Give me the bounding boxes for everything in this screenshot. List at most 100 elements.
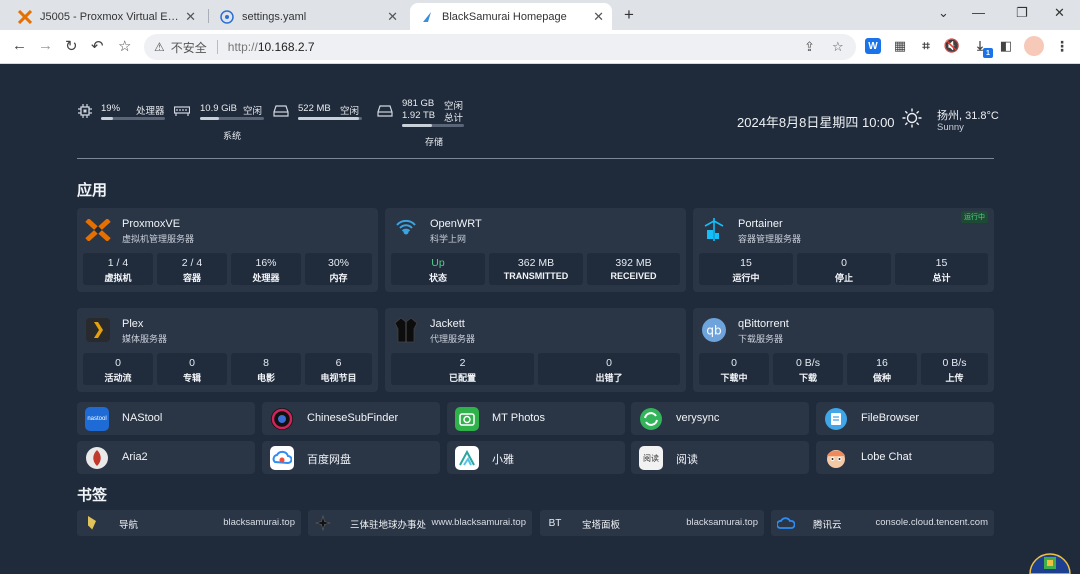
service-card-portainer[interactable]: Portainer 容器管理服务器 运行中 15 运行中 0 停止 15 总计 [693,208,994,292]
stat-vms: 1 / 4 虚拟机 [83,253,153,285]
menu-icon[interactable]: ⋮ [1054,38,1070,54]
url-input[interactable]: ⚠ 不安全 http:// 10.168.2.7 ⇪ ☆ [144,34,856,60]
stat-total: 15 总计 [895,253,988,285]
service-card-qbittorrent[interactable]: qb qBittorrent 下载服务器 0 下载中 0 B/s 下载 16 做种 0… [693,308,994,392]
disk-icon [377,105,393,117]
share-icon[interactable]: ⇪ [804,39,815,55]
filebrowser-icon [824,407,848,431]
stat-upload-speed: 0 B/s 上传 [921,353,988,385]
tab-blacksamurai[interactable]: BlackSamurai Homepage ✕ [410,3,612,30]
plex-icon [85,317,111,343]
close-window-icon[interactable]: ✕ [1054,5,1065,21]
corner-widget-icon[interactable] [1028,547,1072,574]
memory-icon [174,106,190,116]
proxmox-favicon-icon [18,9,32,24]
xiaoya-icon [455,446,479,470]
stat-stopped: 0 停止 [797,253,891,285]
back-icon[interactable]: ← [12,37,27,54]
bookmark-star-icon[interactable]: ☆ [118,37,131,55]
url-host: 10.168.2.7 [257,40,315,54]
stat-download-speed: 0 B/s 下载 [773,353,843,385]
close-tab-icon[interactable]: ✕ [185,9,196,25]
restore-icon[interactable]: ❐ [1016,5,1028,21]
service-card-openwrt[interactable]: OpenWRT 科学上网 Up 状态 362 MB TRANSMITTED 392 … [385,208,686,292]
nastool-icon: nastool [85,407,109,431]
card-description: 容器管理服务器 [738,234,802,244]
favorite-icon[interactable]: ☆ [832,39,844,55]
jackett-icon [393,317,419,343]
ram-value: 10.9 GiB [200,103,237,114]
tab-title: J5005 - Proxmox Virtual Environment [40,10,180,23]
app-aria2[interactable]: Aria2 [77,441,255,474]
swap-drive-icon [273,105,289,117]
apps-section-title: 应用 [77,182,108,199]
crop-icon[interactable]: ⌗ [918,38,934,54]
stat-tv-shows: 6 电视节目 [305,353,372,385]
homepage-favicon-icon [420,10,434,24]
forward-icon[interactable]: → [38,37,53,54]
reload-icon[interactable]: ↻ [65,37,78,55]
app-nastool[interactable]: nastool NAStool [77,402,255,435]
sun-icon [902,108,922,128]
mute-icon[interactable]: 🔇 [944,38,960,54]
app-filebrowser[interactable]: FileBrowser [816,402,994,435]
side-panel-icon[interactable]: ◧ [998,38,1014,54]
card-description: 科学上网 [430,234,467,244]
tab-proxmox[interactable]: J5005 - Proxmox Virtual Environment ✕ [8,3,204,30]
undo-icon[interactable]: ↶ [91,37,104,55]
service-card-jackett[interactable]: Jackett 代理服务器 2 已配置 0 出错了 [385,308,686,392]
warning-icon: ⚠ [154,40,165,54]
tab-search-icon[interactable]: ⌄ [938,5,949,21]
card-name: Portainer [738,218,783,230]
stat-transmitted: 362 MB TRANSMITTED [489,253,583,285]
bookmark-navigation[interactable]: 导航 blacksamurai.top [77,510,301,536]
baidu-netdisk-icon [270,446,294,470]
cpu-label: 处理器 [136,106,165,117]
bookmark-tencent-cloud[interactable]: 腾讯云 console.cloud.tencent.com [771,510,994,536]
app-baidu-netdisk[interactable]: 百度网盘 [262,441,440,474]
svg-text:qb: qb [706,324,721,338]
minimize-icon[interactable]: — [972,5,985,20]
lobe-chat-icon [824,446,848,470]
disk-free-value: 981 GB [402,98,435,109]
extension-grid-icon[interactable]: ▦ [892,38,908,54]
url-protocol: http:// [227,40,258,54]
qbittorrent-icon: qb [701,317,727,343]
date-time: 2024年8月8日星期四 10:00 [737,115,895,130]
app-xiaoya[interactable]: 小雅 [447,441,625,474]
stat-running: 15 运行中 [699,253,793,285]
app-mt-photos[interactable]: MT Photos [447,402,625,435]
app-reader[interactable]: 阅读 阅读 [631,441,809,474]
mt-photos-icon [455,407,479,431]
service-card-plex[interactable]: Plex 媒体服务器 0 活动流 0 专辑 8 电影 6 电视节目 [77,308,378,392]
service-card-proxmoxve[interactable]: ProxmoxVE 虚拟机管理服务器 1 / 4 虚拟机 2 / 4 容器 16% 处… [77,208,378,292]
app-verysync[interactable]: verysync [631,402,809,435]
close-tab-icon[interactable]: ✕ [593,9,604,25]
app-chinesesubfinder[interactable]: ChineseSubFinder [262,402,440,435]
close-tab-icon[interactable]: ✕ [387,9,398,25]
stat-errored: 0 出错了 [538,353,680,385]
card-name: qBittorrent [738,318,789,330]
tab-settings-yaml[interactable]: settings.yaml ✕ [210,3,406,30]
storage-group-label: 存储 [425,137,444,147]
extension-w-icon[interactable]: W [865,38,881,54]
card-description: 虚拟机管理服务器 [122,234,195,244]
browser-tab-bar: J5005 - Proxmox Virtual Environment ✕ se… [0,0,1080,30]
profile-avatar-icon[interactable] [1024,36,1044,56]
card-name: Jackett [430,318,465,330]
disk-total-value: 1.92 TB [402,110,436,121]
bookmark-baota[interactable]: BT 宝塔面板 blacksamurai.top [540,510,764,536]
reader-icon: 阅读 [639,446,663,470]
new-tab-button[interactable]: + [624,5,634,25]
settings-favicon-icon [220,9,234,24]
app-lobe-chat[interactable]: Lobe Chat [816,441,994,474]
tab-title: settings.yaml [242,10,307,23]
bookmark-santi[interactable]: 三体驻地球办事处 www.blacksamurai.top [308,510,532,536]
system-group-label: 系统 [223,131,242,141]
card-description: 下载服务器 [738,334,784,344]
stat-containers: 2 / 4 容器 [157,253,227,285]
stat-status: Up 状态 [391,253,485,285]
stat-received: 392 MB RECEIVED [587,253,680,285]
stat-seeding: 16 做种 [847,353,917,385]
address-bar-row: ← → ↻ ↶ ☆ ⚠ 不安全 http:// 10.168.2.7 ⇪ ☆ W… [0,30,1080,64]
